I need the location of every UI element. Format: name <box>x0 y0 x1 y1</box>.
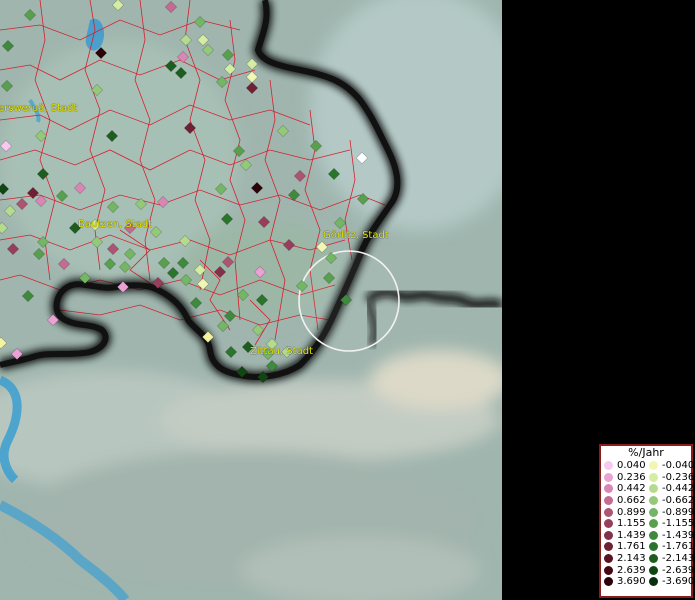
legend-entry-positive: 2.639 <box>601 565 646 576</box>
legend-entry-positive: 0.899 <box>601 507 646 518</box>
legend-row: 3.690 -3.690 <box>601 576 695 588</box>
legend-entry-negative: -1.439 <box>646 529 695 541</box>
legend-entry-negative: -0.442 <box>646 483 695 495</box>
legend-row: 1.439 -1.439 <box>601 529 695 542</box>
legend-value: 1.761 <box>617 541 646 553</box>
legend-row: 0.899 -0.899 <box>601 506 695 518</box>
legend-value: -2.143 <box>662 553 695 565</box>
legend-row: 1.155 -1.155 <box>601 518 695 530</box>
map-view[interactable]: ersweruä, Stadt Bautzen, Stadt Görlitz, … <box>0 0 502 600</box>
legend-value: -0.662 <box>662 495 695 507</box>
legend-swatch-icon <box>604 507 613 517</box>
legend-swatch-icon <box>649 472 658 482</box>
legend-value: -2.639 <box>662 564 695 576</box>
legend-swatch-icon <box>604 542 613 552</box>
legend-entry-negative: -1.155 <box>646 518 695 530</box>
legend-value: -1.155 <box>662 518 695 530</box>
legend-entry-negative: -2.143 <box>646 553 695 565</box>
legend-entry-positive: 0.662 <box>601 495 646 506</box>
legend-swatch-icon <box>649 577 658 587</box>
legend-value: 1.155 <box>617 518 646 530</box>
legend-swatch-icon <box>649 542 658 552</box>
legend-value: -1.761 <box>662 541 695 553</box>
legend-title: %/Jahr <box>628 446 664 459</box>
legend-value: 0.442 <box>617 483 646 495</box>
legend-entry-positive: 3.690 <box>601 576 646 587</box>
legend-rows: 0.040 -0.040 0.236 -0.236 0.442 -0.442 0.662 -0… <box>601 460 695 588</box>
legend-value: -0.236 <box>662 471 695 483</box>
legend-entry-positive: 0.236 <box>601 472 646 483</box>
legend-row: 0.040 -0.040 <box>601 460 695 472</box>
legend-row: 2.143 -2.143 <box>601 553 695 565</box>
legend-swatch-icon <box>649 496 658 506</box>
legend-value: -3.690 <box>662 576 695 588</box>
legend-swatch-icon <box>604 565 613 575</box>
legend-entry-positive: 2.143 <box>601 553 646 564</box>
legend-row: 0.442 -0.442 <box>601 483 695 495</box>
legend-value: 1.439 <box>617 529 646 541</box>
legend-entry-negative: -0.236 <box>646 471 695 483</box>
legend-value: 0.899 <box>617 506 646 518</box>
legend-row: 0.662 -0.662 <box>601 495 695 507</box>
city-label-goerlitz: Görlitz, Stadt <box>323 230 389 241</box>
legend-entry-positive: 0.040 <box>601 460 646 471</box>
legend-swatch-icon <box>604 530 613 540</box>
legend-value: -0.442 <box>662 483 695 495</box>
legend-swatch-icon <box>604 519 613 529</box>
legend-entry-negative: -3.690 <box>646 576 695 588</box>
legend-row: 0.236 -0.236 <box>601 471 695 484</box>
city-label-hoyerswerda: ersweruä, Stadt <box>0 103 78 114</box>
legend-swatch-icon <box>649 461 658 471</box>
legend-value: 2.143 <box>617 553 646 565</box>
city-label-zittau: Zittau, Stadt <box>250 346 313 357</box>
legend-entry-negative: -0.662 <box>646 495 695 507</box>
legend-value: 2.639 <box>617 564 646 576</box>
legend-value: 3.690 <box>617 576 646 588</box>
legend-swatch-icon <box>604 577 613 587</box>
legend-value: 0.662 <box>617 495 646 507</box>
map-canvas[interactable] <box>0 0 502 600</box>
legend-value: -0.040 <box>662 460 695 472</box>
legend-entry-positive: 1.761 <box>601 541 646 552</box>
legend-swatch-icon <box>604 496 613 506</box>
legend-entry-positive: 1.155 <box>601 518 646 529</box>
city-label-bautzen: Bautzen, Stadt <box>78 219 153 230</box>
legend-swatch-icon <box>604 484 613 494</box>
legend-entry-negative: -0.040 <box>646 460 695 472</box>
legend-entry-negative: -2.639 <box>646 564 695 576</box>
legend-swatch-icon <box>604 554 613 564</box>
legend-swatch-icon <box>649 554 658 564</box>
legend-entry-positive: 0.442 <box>601 483 646 494</box>
legend-value: -0.899 <box>662 506 695 518</box>
legend-swatch-icon <box>649 565 658 575</box>
legend-swatch-icon <box>604 472 613 482</box>
legend-entry-positive: 1.439 <box>601 530 646 541</box>
legend-entry-negative: -1.761 <box>646 541 695 553</box>
legend-swatch-icon <box>604 461 613 471</box>
legend-swatch-icon <box>649 530 658 540</box>
legend-value: 0.040 <box>617 460 646 472</box>
legend-swatch-icon <box>649 519 658 529</box>
legend-entry-negative: -0.899 <box>646 506 695 518</box>
legend-value: -1.439 <box>662 529 695 541</box>
legend-row: 2.639 -2.639 <box>601 564 695 576</box>
map-legend: %/Jahr 0.040 -0.040 0.236 -0.236 0.442 -0.442… <box>599 444 695 598</box>
legend-row: 1.761 -1.761 <box>601 541 695 553</box>
legend-swatch-icon <box>649 484 658 494</box>
legend-value: 0.236 <box>617 471 646 483</box>
legend-swatch-icon <box>649 507 658 517</box>
